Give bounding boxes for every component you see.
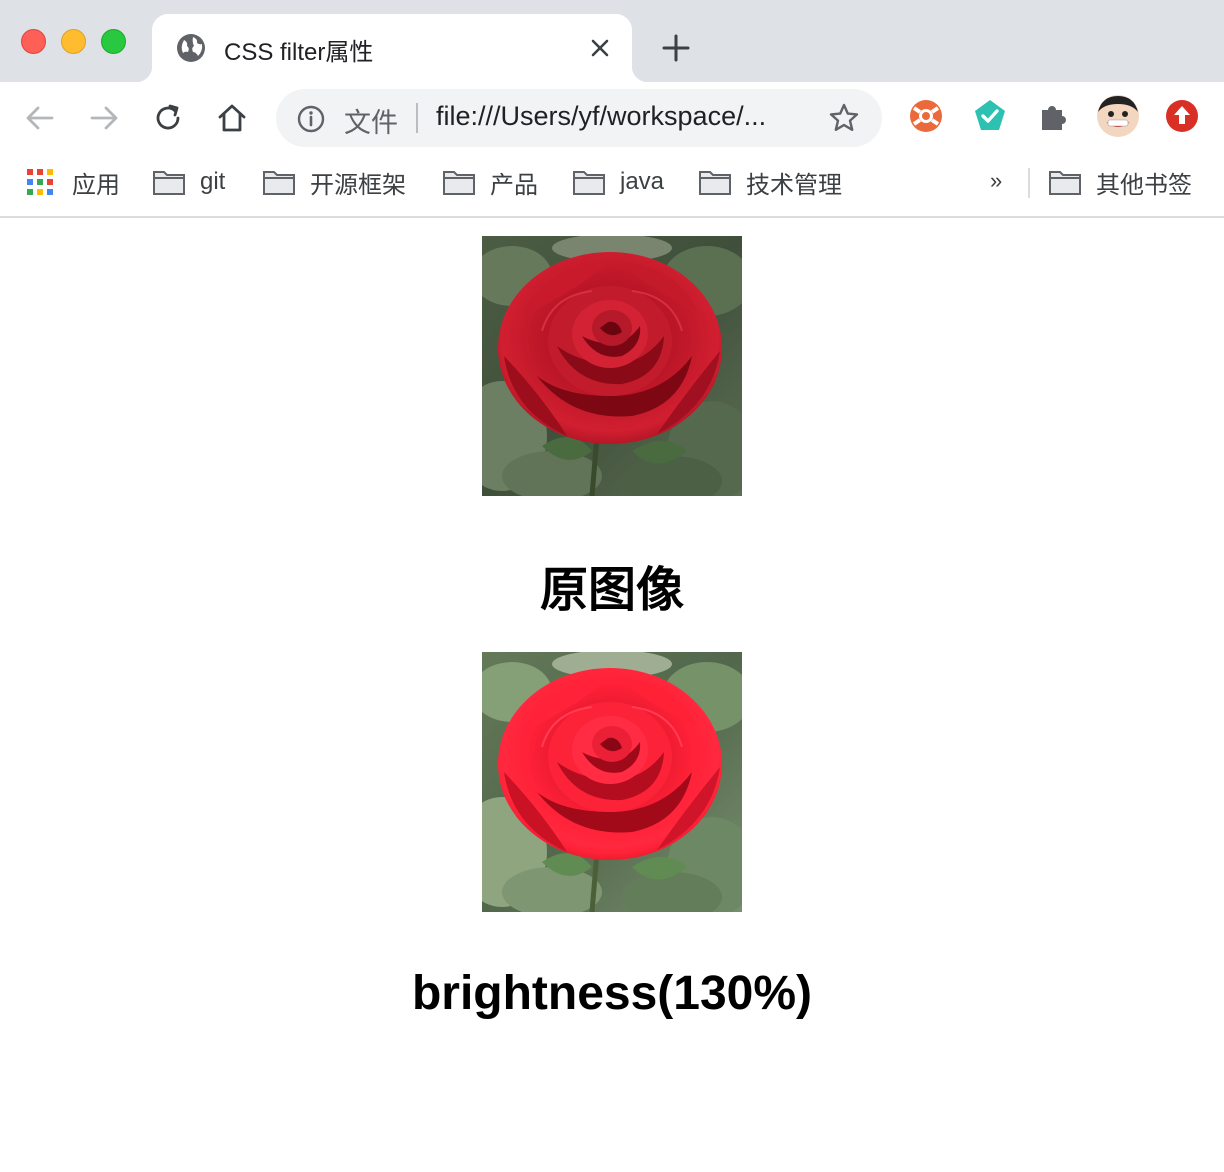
folder-icon: [443, 171, 475, 195]
bookmark-folder-git[interactable]: git: [152, 166, 225, 198]
bookmark-folder-tech-management[interactable]: 技术管理: [698, 166, 842, 199]
window-zoom-button[interactable]: [101, 29, 126, 54]
bookmark-label: git: [200, 168, 226, 195]
folder-icon: [1049, 171, 1081, 195]
bookmarks-bar: 应用 git 开源框架 产品 java 技术管理 » 其他书签: [0, 154, 1224, 218]
avatar[interactable]: [1096, 94, 1140, 138]
rose-image-brightness: [482, 652, 742, 912]
puzzle-extensions-icon[interactable]: [1036, 98, 1072, 134]
url-text[interactable]: file:///Users/yf/workspace/...: [436, 101, 766, 132]
rose-image-original: [482, 236, 742, 496]
caption-brightness: brightness(130%): [411, 967, 813, 1020]
window-close-button[interactable]: [21, 29, 46, 54]
folder-icon: [263, 171, 295, 195]
star-icon[interactable]: [828, 102, 860, 134]
bookmark-apps[interactable]: 应用: [26, 166, 120, 199]
bookmark-folder-open-source[interactable]: 开源框架: [262, 166, 406, 199]
tab-title: CSS filter属性: [224, 39, 374, 66]
bookmark-folder-other[interactable]: 其他书签: [1048, 166, 1192, 199]
bookmark-label: 产品: [490, 171, 538, 199]
info-icon[interactable]: [296, 104, 326, 134]
upload-extension-icon[interactable]: [1164, 98, 1200, 134]
bookmarks-overflow-chevron[interactable]: »: [990, 168, 1002, 194]
folder-icon: [153, 171, 185, 195]
home-icon[interactable]: [214, 100, 250, 136]
shield-check-extension-icon[interactable]: [972, 98, 1008, 134]
apps-grid-icon: [27, 169, 53, 195]
new-tab-plus-icon[interactable]: [660, 32, 692, 64]
browser-toolbar: 文件 file:///Users/yf/workspace/...: [0, 82, 1224, 154]
folder-icon: [699, 171, 731, 195]
lifebuoy-extension-icon[interactable]: [908, 98, 944, 134]
bookmark-label: 开源框架: [310, 171, 406, 199]
folder-icon: [573, 171, 605, 195]
bookmarks-divider: [1028, 168, 1030, 198]
arrow-forward-icon[interactable]: [86, 100, 122, 136]
close-icon[interactable]: [586, 34, 614, 62]
omnibox[interactable]: 文件 file:///Users/yf/workspace/...: [276, 89, 882, 147]
bookmark-label: 应用: [72, 171, 120, 199]
bookmark-folder-product[interactable]: 产品: [442, 166, 538, 199]
reload-icon[interactable]: [150, 100, 186, 136]
arrow-back-icon[interactable]: [22, 100, 58, 136]
bookmark-label: 其他书签: [1096, 171, 1192, 199]
bookmark-label: 技术管理: [746, 171, 842, 199]
window-minimize-button[interactable]: [61, 29, 86, 54]
bookmark-label: java: [620, 168, 665, 195]
omnibox-divider: [416, 103, 418, 133]
scheme-label: 文件: [344, 108, 398, 138]
active-tab[interactable]: CSS filter属性: [136, 14, 648, 82]
tab-strip: CSS filter属性: [0, 0, 1224, 82]
bookmark-folder-java[interactable]: java: [572, 166, 664, 198]
page-content: 原图像 brightness(130%): [0, 220, 1224, 1172]
globe-icon: [177, 34, 205, 62]
caption-original: 原图像: [539, 564, 684, 617]
